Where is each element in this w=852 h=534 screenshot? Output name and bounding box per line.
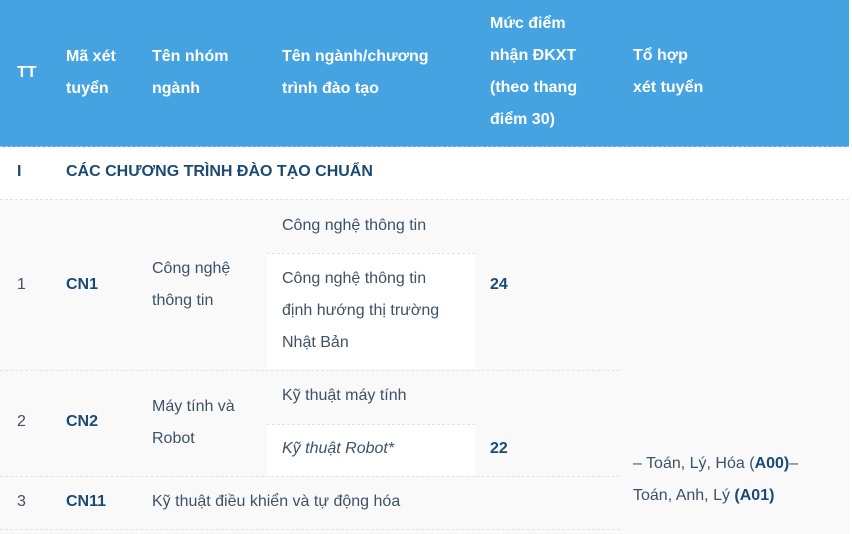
row-program-line1: Công nghệ thông tin [282, 270, 427, 287]
row-tt: 3 [17, 493, 26, 510]
row-code: CN1 [66, 276, 99, 293]
header-combo-line1: Tổ hợp [633, 47, 688, 64]
row-tt: 1 [17, 276, 26, 293]
row-group-line2: Robot [152, 430, 195, 447]
combo-subjects-2: Toán, Anh, Lý [633, 487, 735, 504]
row-group-line1: Công nghệ [152, 260, 231, 277]
section-index: I [17, 163, 22, 180]
header-score-line3: (theo thang [490, 79, 578, 96]
divider [0, 529, 620, 530]
combo-line2: Toán, Anh, Lý (A01) [633, 480, 774, 512]
row-program-line3: Nhật Bản [282, 334, 349, 351]
header-group-line2: ngành [152, 80, 200, 97]
row-score: 24 [490, 276, 508, 293]
table-row: 1 CN1 Công nghệ thông tin Công nghệ thôn… [0, 200, 620, 370]
row-code: CN11 [66, 493, 107, 510]
divider [267, 424, 475, 425]
header-combo-line2: xét tuyển [633, 79, 704, 96]
combo-subjects-1: – Toán, Lý, Hóa ( [633, 455, 755, 472]
row-score: 22 [490, 440, 508, 457]
header-tt: TT [17, 64, 37, 81]
header-code-line1: Mã xét [66, 48, 116, 65]
combo-line1: – Toán, Lý, Hóa (A00)– [633, 448, 798, 480]
combo-separator: – [789, 455, 799, 472]
header-program-line2: trình đào tạo [282, 80, 379, 97]
row-program-line2: định hướng thị trường [282, 302, 440, 319]
row-code: CN2 [66, 413, 99, 430]
combo-code-a00: A00) [754, 455, 790, 472]
row-program: Kỹ thuật máy tính [282, 387, 407, 404]
row-group-line2: thông tin [152, 292, 214, 309]
row-tt: 2 [17, 413, 26, 430]
combo-code-a01: (A01) [734, 487, 775, 504]
section-row: I CÁC CHƯƠNG TRÌNH ĐÀO TẠO CHUẨN [0, 147, 849, 199]
section-title: CÁC CHƯƠNG TRÌNH ĐÀO TẠO CHUẨN [66, 163, 373, 180]
row-program-italic: Kỹ thuật Robot* [282, 440, 395, 457]
table-row: 3 CN11 Kỹ thuật điều khiển và tự động hó… [0, 477, 620, 529]
row-program: Công nghệ thông tin [282, 217, 427, 234]
row-group-line1: Máy tính và [152, 398, 235, 415]
header-group-line1: Tên nhóm [152, 48, 229, 65]
program-cell: Công nghệ thông tin định hướng thị trườn… [267, 253, 475, 369]
header-score-line2: nhận ĐKXT [490, 47, 577, 64]
row-group-program: Kỹ thuật điều khiển và tự động hóa [152, 493, 401, 510]
header-program-line1: Tên ngành/chương [282, 48, 429, 65]
header-code-line2: tuyển [66, 80, 109, 97]
table-row: 2 CN2 Máy tính và Robot Kỹ thuật máy tín… [0, 371, 620, 476]
header-score-line1: Mức điểm [490, 15, 566, 32]
program-cell: Kỹ thuật Robot* [267, 424, 475, 476]
header-score-line4: điểm 30) [490, 111, 555, 128]
combo-cell: – Toán, Lý, Hóa (A00)– Toán, Anh, Lý (A0… [633, 448, 849, 518]
divider [267, 253, 475, 254]
table-header: TT Mã xét tuyển Tên nhóm ngành Tên ngành… [0, 0, 849, 147]
